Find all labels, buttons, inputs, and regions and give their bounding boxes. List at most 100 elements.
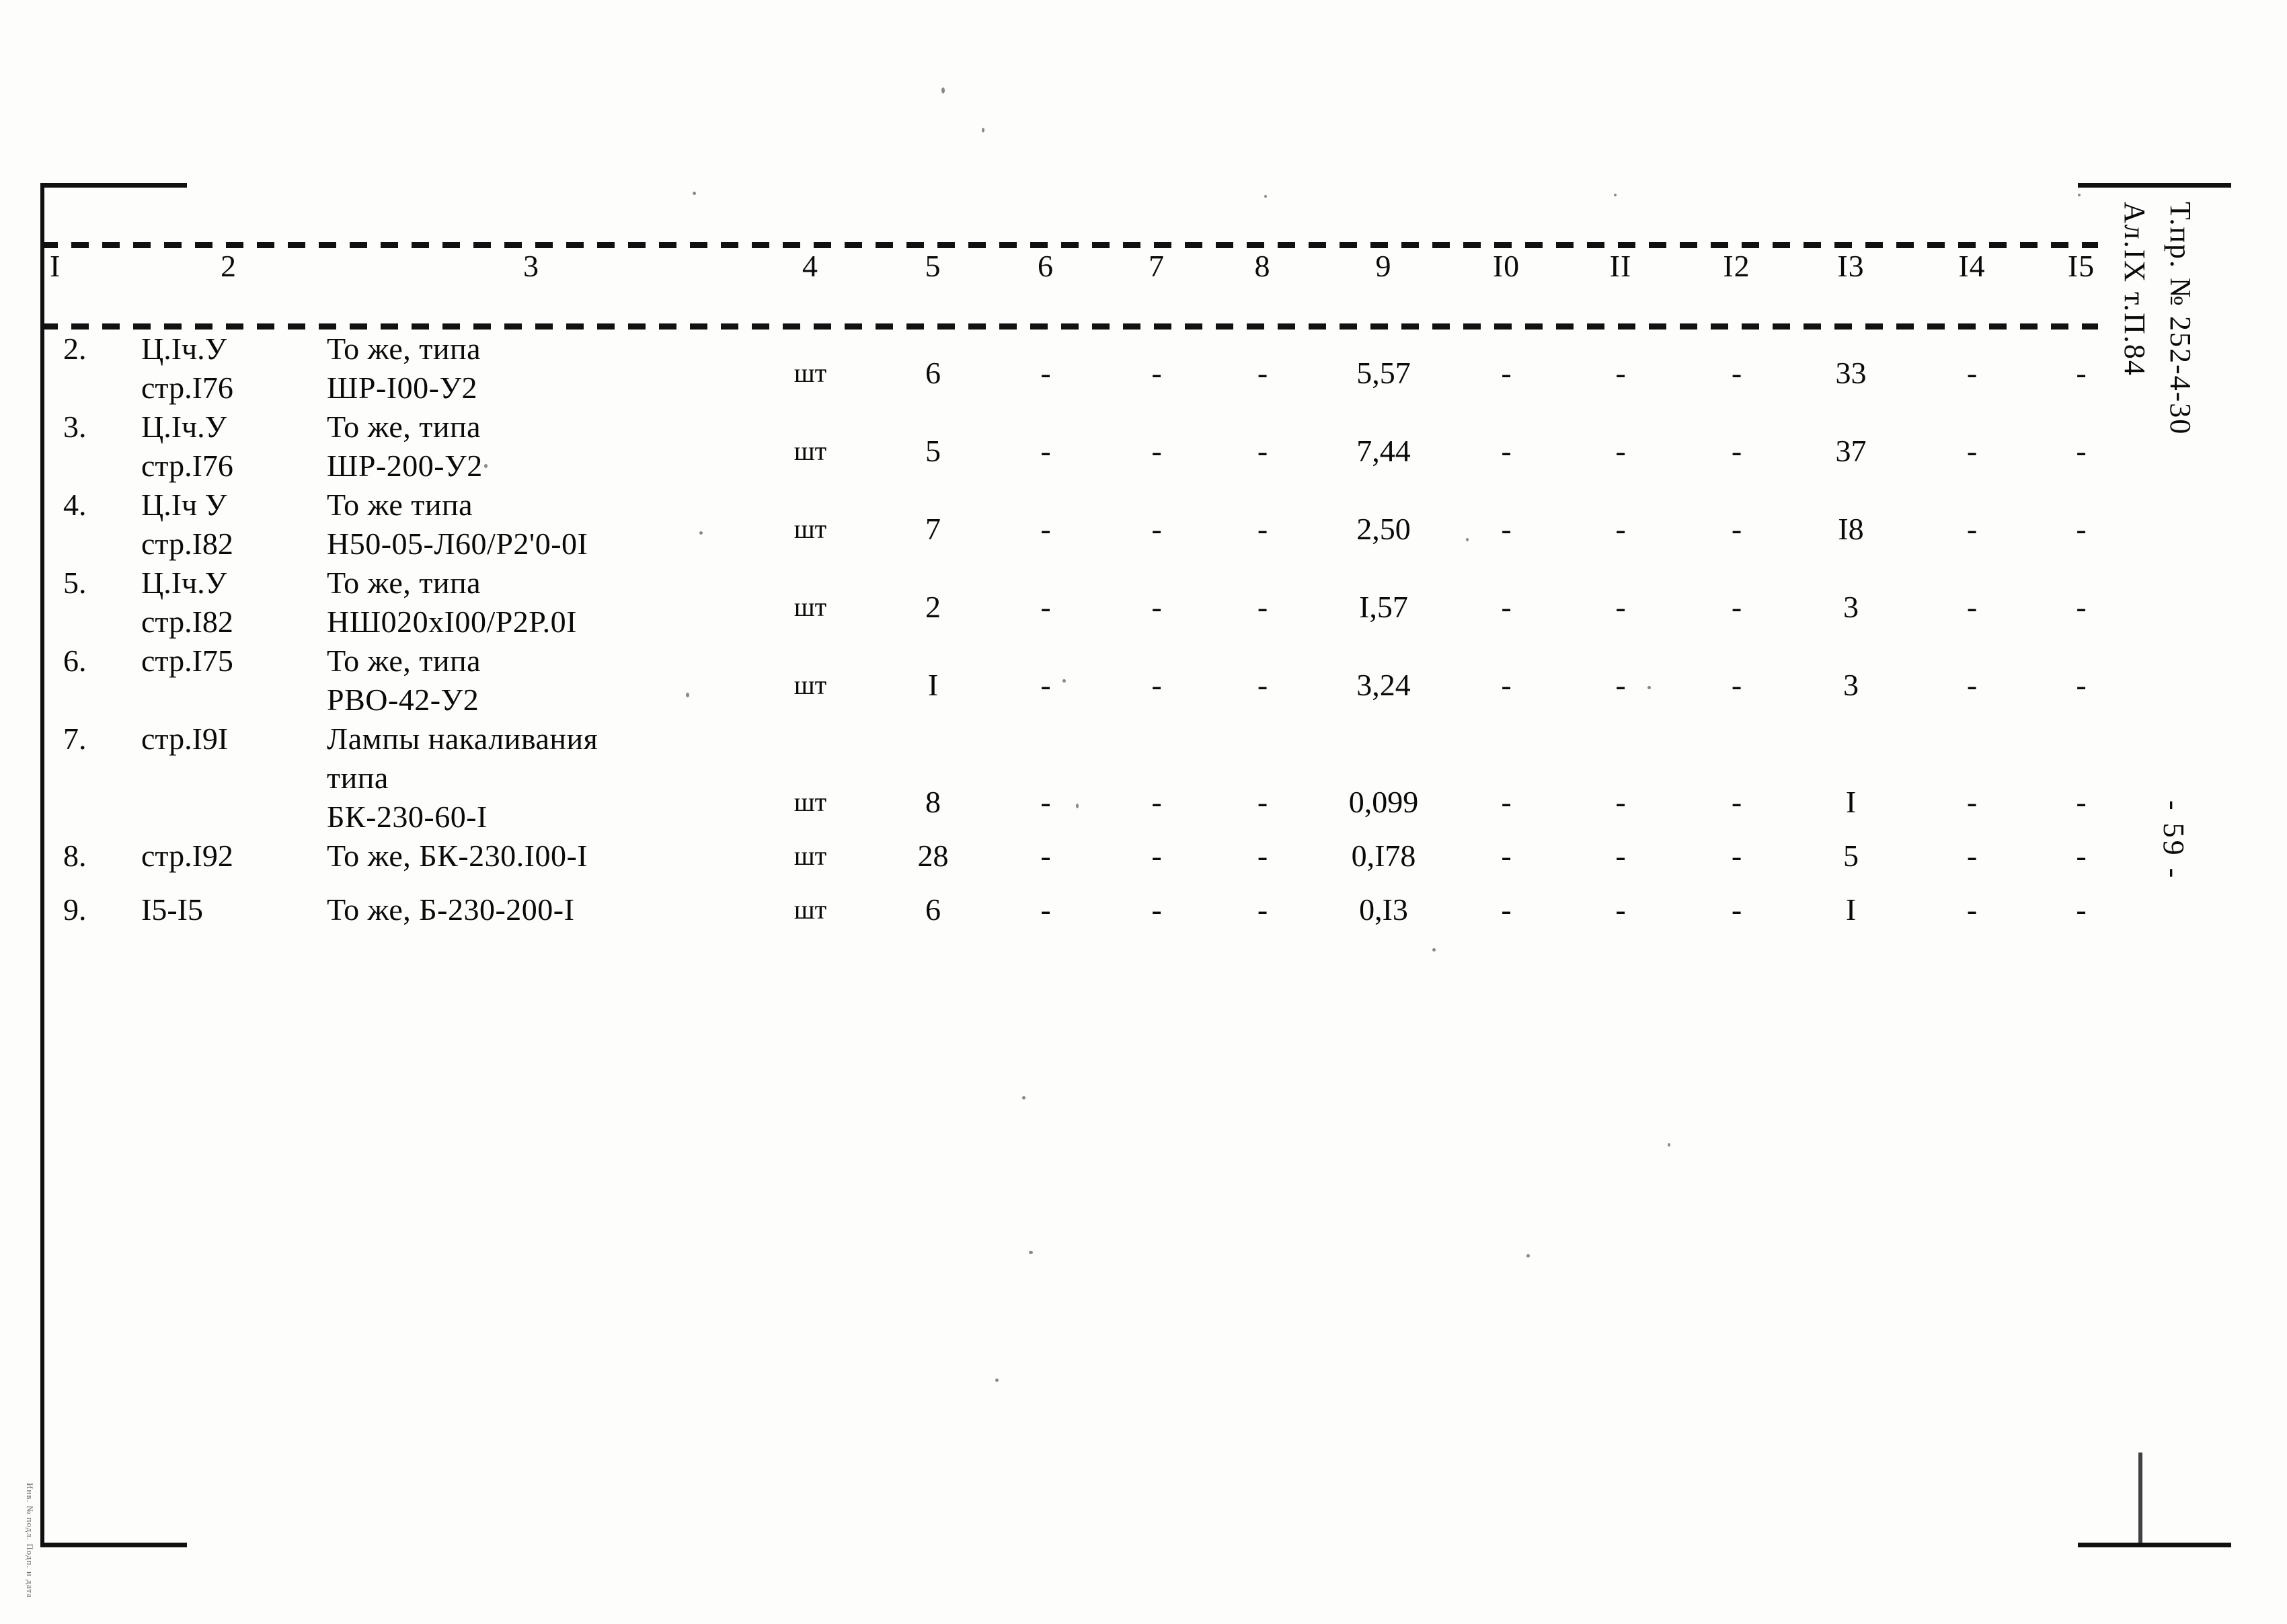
value-cell-15: - <box>2076 892 2087 927</box>
table-body-grid: 2. Ц.Iч.У стр.I76 То же, типа ШР-I00-У2 шт 6… <box>40 330 2132 944</box>
item-name-cell: То же, Б-230-200-I <box>327 892 575 927</box>
row-index-cell: 8. <box>63 839 87 873</box>
column-number-header-row: I 2 3 4 5 6 7 8 9 I0 II I2 I3 I4 I5 <box>40 248 2132 323</box>
value-cell-7: - <box>1151 839 1162 873</box>
value-cell-15: - <box>2076 434 2087 468</box>
value-cell-8: - <box>1257 590 1268 624</box>
value-cell-12: - <box>1731 512 1742 546</box>
value-cell-12: - <box>1731 590 1742 624</box>
value-cell-10: - <box>1501 785 1512 819</box>
quantity-cell: 8 <box>925 785 941 819</box>
reference-cell: Ц.Iч У стр.I82 <box>141 488 233 561</box>
column-header-15: I5 <box>2067 249 2095 283</box>
value-cell-7: - <box>1151 512 1162 546</box>
value-cell-7: - <box>1151 590 1162 624</box>
value-cell-10: - <box>1501 839 1512 873</box>
frame-right-rule <box>2138 1453 2142 1547</box>
value-cell-9: 0,I78 <box>1351 839 1416 873</box>
value-cell-8: - <box>1257 434 1268 468</box>
value-cell-12: - <box>1731 668 1742 702</box>
value-cell-13: I8 <box>1838 512 1864 546</box>
quantity-cell: 7 <box>925 512 941 546</box>
value-cell-8: - <box>1257 668 1268 702</box>
value-cell-8: - <box>1257 839 1268 873</box>
scan-speck <box>1526 1254 1530 1258</box>
unit-cell: шт <box>793 514 827 544</box>
value-cell-14: - <box>1966 668 1978 702</box>
column-header-5: 5 <box>925 249 941 283</box>
column-header-4: 4 <box>802 249 818 283</box>
value-cell-15: - <box>2076 512 2087 546</box>
value-cell-7: - <box>1151 356 1162 390</box>
scan-speck <box>2078 194 2081 196</box>
value-cell-11: - <box>1615 434 1626 468</box>
value-cell-6: - <box>1040 356 1051 390</box>
item-name-cell: То же типа Н50-05-Л60/Р2'0-0I <box>327 488 588 561</box>
scan-speck <box>1264 195 1267 198</box>
value-cell-12: - <box>1731 892 1742 927</box>
table-row: 9. I5-I5 То же, Б-230-200-I шт 6 - - - 0,I3 - - - I -… <box>40 890 2132 944</box>
value-cell-9: 5,57 <box>1356 356 1411 390</box>
value-cell-8: - <box>1257 356 1268 390</box>
value-cell-8: - <box>1257 512 1268 546</box>
item-name-cell: То же, типа ШР-I00-У2 <box>327 332 481 405</box>
scan-speck <box>1614 194 1617 196</box>
document-code-line-2: Ал.IX т.П.84 <box>2118 202 2151 377</box>
value-cell-6: - <box>1040 512 1051 546</box>
reference-cell: Ц.Iч.У стр.I82 <box>141 566 233 639</box>
table-row: 8. стр.I92 То же, БК-230.I00-I шт 28 - - - 0,I78… <box>40 837 2132 890</box>
value-cell-8: - <box>1257 892 1268 927</box>
value-cell-10: - <box>1501 434 1512 468</box>
value-cell-6: - <box>1040 434 1051 468</box>
quantity-cell: 6 <box>925 356 941 390</box>
scan-speck <box>941 87 945 93</box>
value-cell-6: - <box>1040 668 1051 702</box>
table-row: 7. стр.I9I Лампы накаливания типа БК-230-6… <box>40 720 2132 837</box>
page-number: - 59 - <box>2157 800 2190 881</box>
value-cell-12: - <box>1731 839 1742 873</box>
value-cell-13: I <box>1845 785 1857 819</box>
table-row: 6. стр.I75 То же, типа РВО-42-У2 шт I - - - 3,24… <box>40 642 2132 720</box>
specification-table: I 2 3 4 5 6 7 8 9 I0 II I2 I3 I4 I5 2. Ц… <box>40 242 2098 944</box>
scan-speck <box>693 192 696 195</box>
reference-cell: Ц.Iч.У стр.I76 <box>141 410 233 483</box>
reference-cell: стр.I9I <box>141 722 229 756</box>
unit-cell: шт <box>793 841 827 871</box>
value-cell-9: 3,24 <box>1356 668 1411 702</box>
item-name-cell: То же, типа НШ020хI00/Р2Р.0I <box>327 566 577 639</box>
column-header-12: I2 <box>1723 249 1750 283</box>
value-cell-7: - <box>1151 785 1162 819</box>
value-cell-13: 3 <box>1843 668 1859 702</box>
value-cell-14: - <box>1966 839 1978 873</box>
value-cell-11: - <box>1615 356 1626 390</box>
scan-speck <box>982 128 984 132</box>
value-cell-10: - <box>1501 356 1512 390</box>
value-cell-13: 5 <box>1843 839 1859 873</box>
frame-bottom-left-rule <box>40 1543 187 1547</box>
value-cell-15: - <box>2076 668 2087 702</box>
value-cell-6: - <box>1040 839 1051 873</box>
value-cell-7: - <box>1151 668 1162 702</box>
unit-cell: шт <box>793 358 827 388</box>
value-cell-11: - <box>1615 839 1626 873</box>
table-row: 5. Ц.Iч.У стр.I82 То же, типа НШ020хI00/Р2… <box>40 564 2132 642</box>
column-header-3: 3 <box>523 249 539 283</box>
value-cell-10: - <box>1501 590 1512 624</box>
column-header-6: 6 <box>1038 249 1054 283</box>
value-cell-14: - <box>1966 590 1978 624</box>
scan-speck <box>1022 1096 1025 1099</box>
row-index-cell: 6. <box>63 644 87 678</box>
frame-top-left-rule <box>40 183 187 188</box>
scanned-page: I 2 3 4 5 6 7 8 9 I0 II I2 I3 I4 I5 2. Ц… <box>0 0 2287 1624</box>
unit-cell: шт <box>793 787 827 817</box>
value-cell-8: - <box>1257 785 1268 819</box>
value-cell-10: - <box>1501 892 1512 927</box>
value-cell-9: 0,099 <box>1348 785 1419 819</box>
table-row: 3. Ц.Iч.У стр.I76 То же, типа ШР-200-У2 шт 5… <box>40 408 2132 486</box>
value-cell-12: - <box>1731 434 1742 468</box>
table-row: 4. Ц.Iч У стр.I82 То же типа Н50-05-Л60/Р2… <box>40 486 2132 564</box>
column-header-14: I4 <box>1958 249 1986 283</box>
column-header-10: I0 <box>1492 249 1520 283</box>
frame-top-right-rule <box>2078 183 2231 188</box>
row-index-cell: 5. <box>63 566 87 600</box>
